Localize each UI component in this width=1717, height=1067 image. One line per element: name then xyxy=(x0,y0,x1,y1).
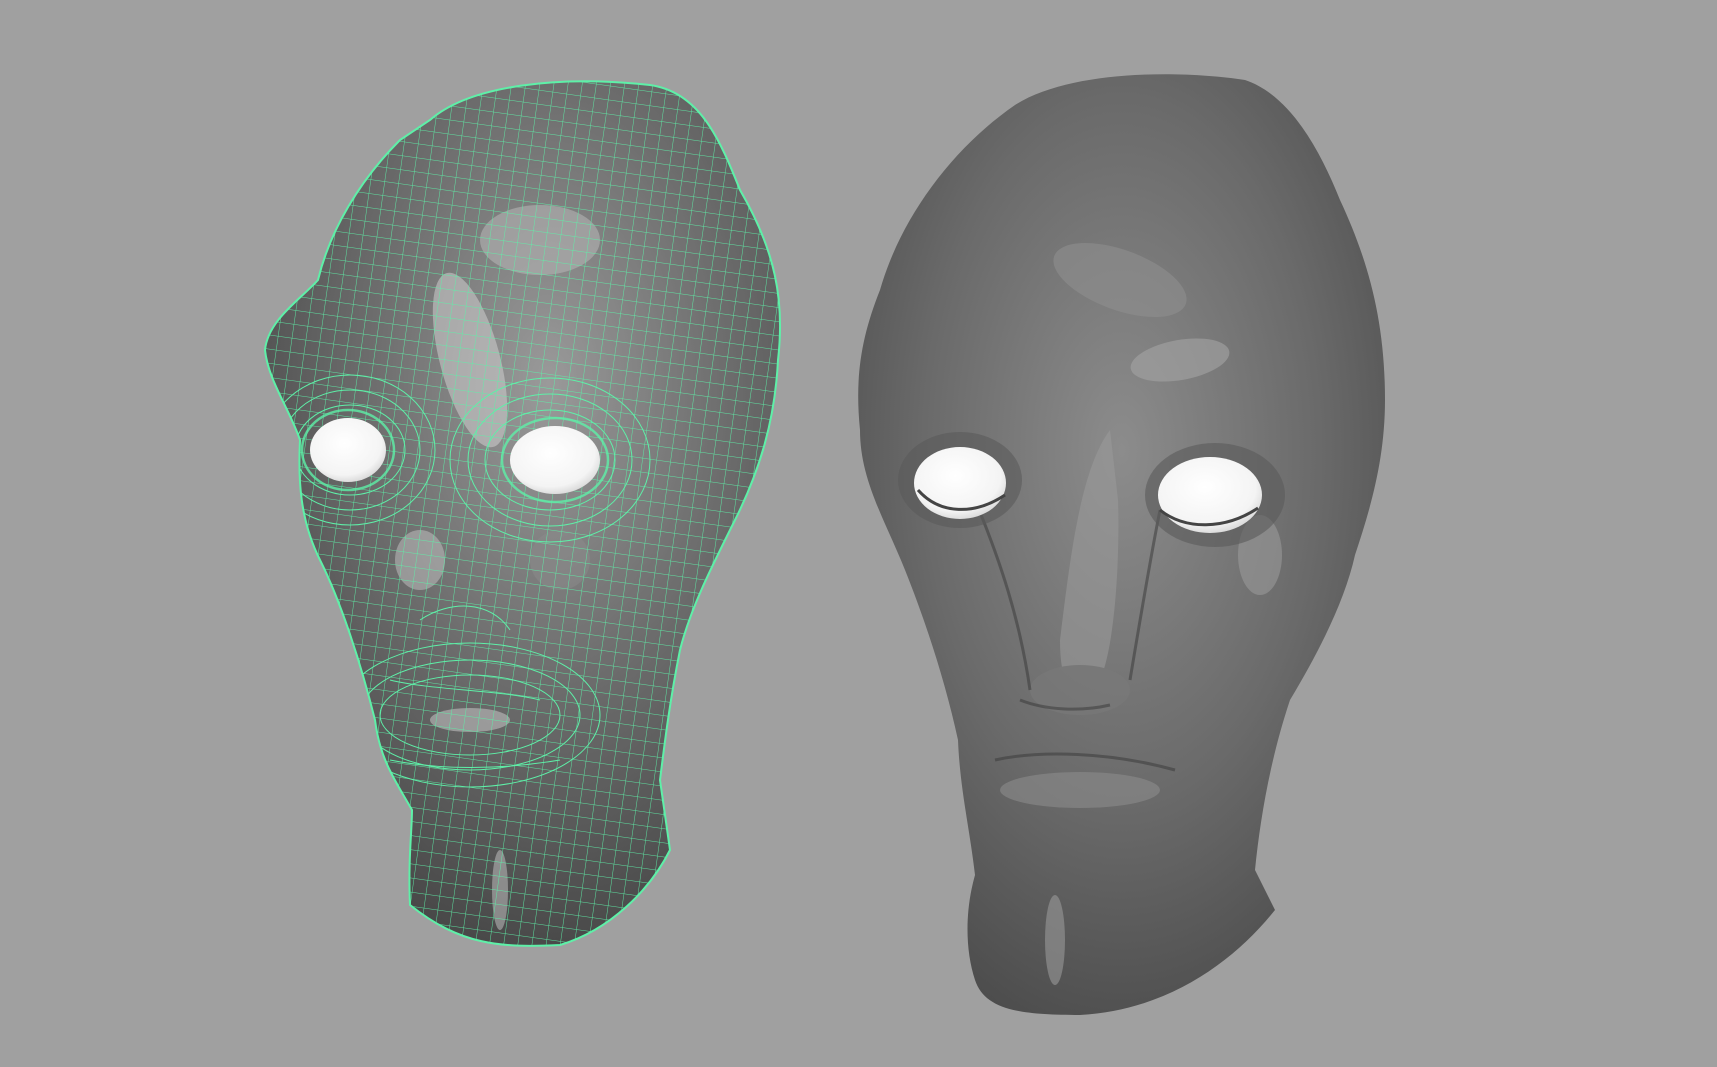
wireframe-mesh xyxy=(265,81,781,946)
smooth-head[interactable] xyxy=(858,74,1385,1016)
viewport-canvas xyxy=(250,60,1385,1016)
right-eye-icon xyxy=(1158,457,1262,533)
3d-viewport[interactable] xyxy=(0,0,1717,1067)
right-eye-icon xyxy=(510,426,600,494)
wireframe-head[interactable] xyxy=(250,60,800,960)
left-eye-icon xyxy=(310,418,386,482)
